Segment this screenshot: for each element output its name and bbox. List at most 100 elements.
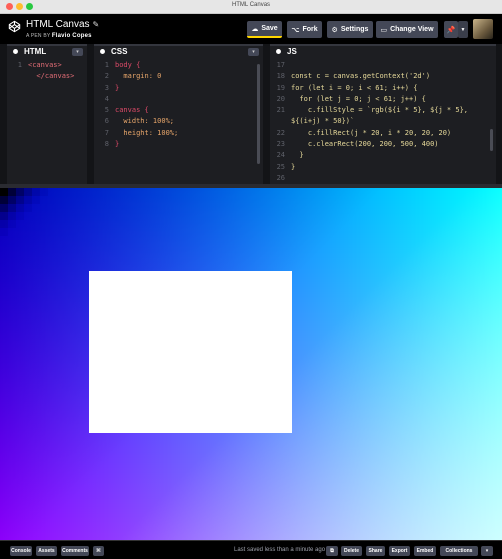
canvas-square (0, 196, 8, 204)
line-number: 3 (104, 83, 109, 92)
settings-button[interactable]: ⚙ Settings (327, 21, 373, 38)
code-line[interactable]: </canvas> (7, 71, 87, 82)
fork-icon: ⌥ (291, 26, 300, 34)
line-number: 19 (276, 83, 285, 92)
code-line[interactable]: 19 for (let i = 0; i < 61; i++) { (270, 83, 496, 94)
code-line[interactable]: 3} (94, 83, 263, 94)
code-text: } (291, 162, 296, 171)
html-code[interactable]: 1 <canvas> </canvas> (7, 60, 87, 184)
js-code[interactable]: 17 18 const c = canvas.getContext('2d') 19 f… (270, 60, 496, 184)
embed-button[interactable]: Embed (414, 546, 436, 556)
code-line[interactable]: 21 c.fillStyle = `rgb(${i * 5}, ${j * 5}… (270, 105, 496, 116)
pin-dropdown-button[interactable]: ▼ (458, 21, 468, 38)
pin-button[interactable]: 📌 (444, 21, 458, 38)
author-link[interactable]: Flavio Copes (52, 33, 92, 39)
cleared-rectangle (89, 271, 292, 433)
code-line[interactable]: 18 const c = canvas.getContext('2d') (270, 71, 496, 82)
save-button[interactable]: ☁ Save (247, 21, 282, 38)
code-text: canvas { (115, 106, 149, 115)
collections-button[interactable]: Collections (440, 546, 478, 556)
canvas-square (8, 212, 16, 220)
code-line[interactable]: 1 <canvas> (7, 60, 87, 71)
code-line[interactable]: 22 c.fillRect(j * 20, i * 20, 20, 20) (270, 128, 496, 139)
code-text: c.fillRect(j * 20, i * 20, 20, 20) (291, 128, 452, 137)
chevron-down-icon[interactable]: ▾ (248, 48, 259, 56)
footer-bar: Console Assets Comments ⌘ Last saved les… (0, 540, 502, 559)
preview-output[interactable] (0, 188, 502, 540)
code-line[interactable]: ${(i+j) * 50})` (270, 116, 496, 127)
css-code[interactable]: 1 body {2 margin: 0 3} 4 5 canvas {6 width: 1… (94, 60, 263, 184)
code-line[interactable]: 5 canvas { (94, 105, 263, 116)
code-text: <canvas> (28, 61, 62, 69)
export-button[interactable]: Export (389, 546, 410, 556)
line-number: 1 (104, 61, 109, 69)
assets-button[interactable]: Assets (36, 546, 57, 556)
code-line[interactable]: 20 for (let j = 0; j < 61; j++) { (270, 94, 496, 105)
chevron-down-icon[interactable]: ▾ (481, 546, 493, 556)
share-button[interactable]: Share (366, 546, 385, 556)
code-line[interactable]: 2 margin: 0 (94, 71, 263, 82)
pen-title[interactable]: HTML Canvas ✎ (26, 19, 99, 30)
code-line[interactable]: 4 (94, 94, 263, 105)
chevron-down-icon: ▼ (460, 26, 466, 33)
user-avatar[interactable] (473, 19, 493, 39)
delete-button[interactable]: Delete (341, 546, 362, 556)
canvas-square (40, 188, 48, 196)
pen-author: A PEN BY Flavio Copes (26, 33, 92, 39)
code-text: c.fillStyle = `rgb(${i * 5}, ${j * 5}, (291, 106, 469, 115)
code-line[interactable]: 17 (270, 60, 496, 71)
shortcuts-button[interactable]: ⌘ (93, 546, 104, 556)
code-line[interactable]: 25} (270, 162, 496, 173)
css-editor[interactable]: CSS ▾ 1 body {2 margin: 0 3} 4 5 canvas {6 wi… (94, 44, 263, 184)
code-line[interactable]: 8} (94, 139, 263, 150)
pencil-icon[interactable]: ✎ (93, 20, 100, 29)
code-text: height: 100%; (115, 128, 179, 137)
code-text: } (115, 83, 120, 92)
code-line[interactable]: 6 width: 100%; (94, 116, 263, 127)
canvas-square (16, 204, 24, 212)
code-line[interactable]: 26 (270, 173, 496, 184)
code-text: margin: 0 (115, 72, 162, 81)
code-text: } (291, 151, 304, 160)
canvas-square (8, 188, 16, 196)
line-number: 5 (104, 106, 109, 115)
layout-icon: ▭ (380, 26, 388, 34)
window-title: HTML Canvas (231, 2, 271, 8)
change-view-button[interactable]: ▭ Change View (376, 21, 438, 38)
fork-button[interactable]: ⌥ Fork (287, 21, 322, 38)
html-editor-header: HTML ▾ (7, 44, 87, 57)
code-text: } (115, 140, 120, 149)
codepen-logo-icon[interactable] (8, 20, 21, 33)
line-number: 2 (104, 72, 109, 81)
code-line[interactable]: 1 body { (94, 60, 263, 71)
line-number: 26 (276, 173, 285, 182)
code-line[interactable]: 7 height: 100%; (94, 128, 263, 139)
canvas-square (8, 220, 16, 228)
line-number: 22 (276, 128, 285, 137)
code-text: width: 100%; (115, 117, 175, 126)
line-number: 21 (276, 106, 285, 115)
gear-icon: ⚙ (331, 26, 338, 34)
last-saved-status: Last saved less than a minute ago (234, 547, 326, 553)
code-line[interactable]: 23 c.clearRect(200, 200, 500, 400) (270, 139, 496, 150)
code-text: body { (115, 61, 141, 69)
gear-icon[interactable] (276, 49, 281, 54)
js-editor[interactable]: JS 17 18 const c = canvas.getContext('2d')… (270, 44, 496, 184)
pen-title-text: HTML Canvas (26, 19, 90, 30)
canvas-square (32, 188, 40, 196)
console-button[interactable]: Console (10, 546, 32, 556)
gear-icon[interactable] (13, 49, 18, 54)
code-line[interactable]: 24 } (270, 150, 496, 161)
canvas-square (0, 188, 8, 196)
canvas-square (24, 188, 32, 196)
css-scrollbar[interactable] (257, 64, 260, 164)
html-editor[interactable]: HTML ▾ 1 <canvas> </canvas> (7, 44, 87, 184)
canvas-square (0, 228, 8, 236)
js-scrollbar[interactable] (490, 129, 493, 151)
comments-button[interactable]: Comments (61, 546, 89, 556)
gear-icon[interactable] (100, 49, 105, 54)
line-number: 6 (104, 117, 109, 126)
external-link-icon[interactable]: ⧉ (326, 546, 338, 556)
chevron-down-icon[interactable]: ▾ (72, 48, 83, 56)
canvas-square (32, 196, 40, 204)
